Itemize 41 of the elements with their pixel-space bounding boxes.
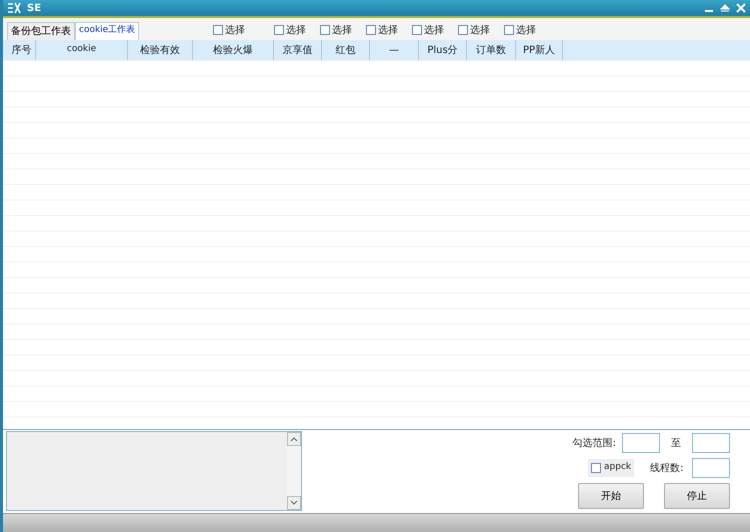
threads-field[interactable] <box>692 458 730 478</box>
checkbox[interactable] <box>213 25 224 35</box>
checkbox-label: 选择 <box>424 24 444 38</box>
checkbox[interactable] <box>458 25 468 35</box>
range-end-field[interactable] <box>692 433 730 453</box>
column-header: cookie <box>36 40 128 60</box>
checkbox[interactable] <box>412 25 422 35</box>
range-to-label: 至 <box>671 436 681 450</box>
checkbox[interactable] <box>320 25 330 35</box>
checkbox-label: appck <box>604 461 632 474</box>
window-title: SE <box>27 2 42 16</box>
column-header: 检验火爆 <box>193 40 274 60</box>
checkbox-label: 选择 <box>516 24 536 38</box>
column-header: 序号 <box>8 40 36 60</box>
checkbox[interactable] <box>274 25 284 35</box>
range-label: 勾选范围: <box>572 436 616 450</box>
scroll-down-icon[interactable] <box>287 496 301 510</box>
column-header: Plus分 <box>419 40 467 60</box>
checkbox-label: 选择 <box>378 24 398 38</box>
close-icon[interactable] <box>736 0 746 16</box>
checkbox[interactable] <box>504 25 514 35</box>
column-header: 检验有效 <box>128 40 193 60</box>
range-start-field[interactable] <box>622 433 660 453</box>
action-button[interactable]: 开始 <box>578 483 644 509</box>
column-header: 京享值 <box>274 40 322 60</box>
checkbox[interactable] <box>366 25 376 35</box>
checkbox-label: 选择 <box>286 24 306 38</box>
threads-label: 线程数: <box>650 462 684 476</box>
checkbox-label: 选择 <box>332 24 352 38</box>
tab[interactable]: cookie工作表 <box>75 22 140 40</box>
column-header: 红包 <box>322 40 370 60</box>
checkbox-label: 选择 <box>470 24 490 38</box>
column-header: 订单数 <box>467 40 516 60</box>
action-button[interactable]: 停止 <box>664 483 730 509</box>
scroll-up-icon[interactable] <box>287 432 301 446</box>
tab[interactable]: 备份包工作表 <box>7 22 75 40</box>
app-icon <box>7 0 21 16</box>
column-header: — <box>370 40 419 60</box>
checkbox-label: 选择 <box>225 24 246 38</box>
checkbox[interactable] <box>591 463 602 473</box>
column-header: PP新人 <box>516 40 563 60</box>
